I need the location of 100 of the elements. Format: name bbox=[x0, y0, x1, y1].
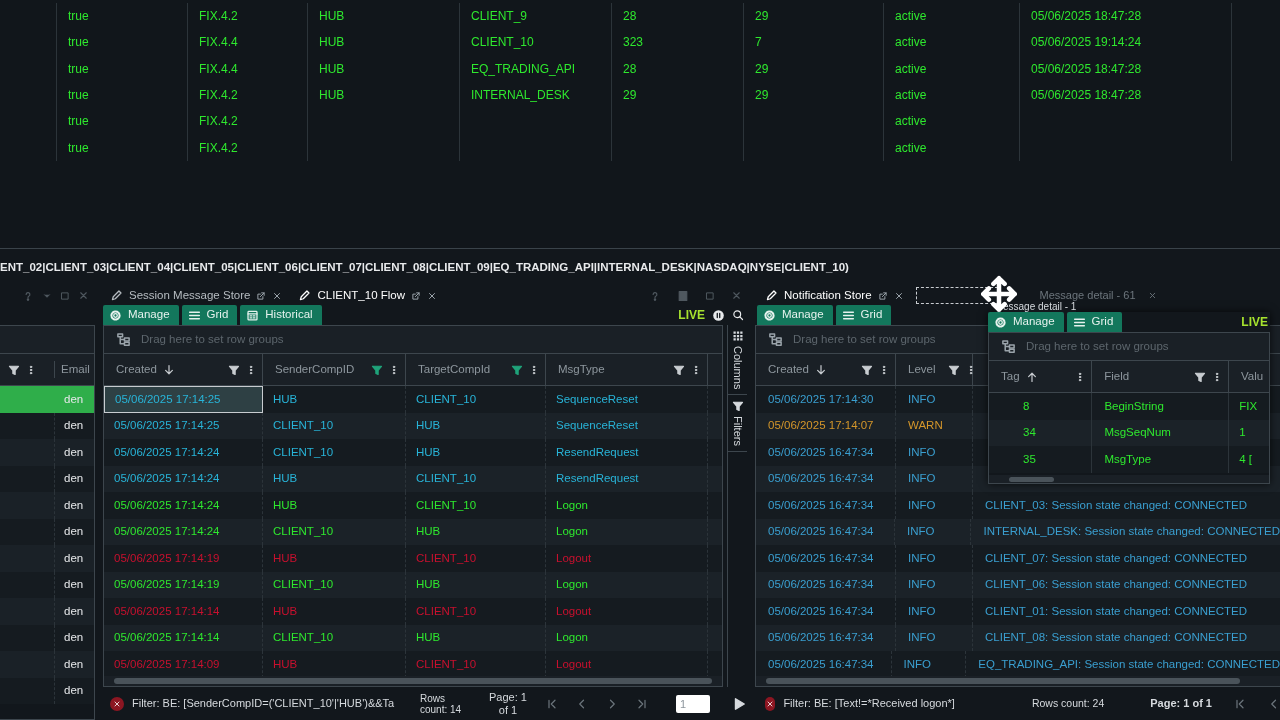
live-indicator: LIVE bbox=[1241, 314, 1269, 331]
side-tab[interactable]: Columns bbox=[728, 325, 747, 396]
column-header[interactable]: Valu bbox=[1229, 361, 1269, 392]
page-input[interactable]: 1 bbox=[676, 694, 710, 713]
panel-tab[interactable]: CLIENT_10 Flow bbox=[298, 286, 437, 305]
sort-up-icon[interactable] bbox=[1025, 370, 1038, 383]
table-cell[interactable]: SequenceReset bbox=[546, 386, 708, 413]
table-cell[interactable]: 1 bbox=[1229, 419, 1269, 446]
last-page-icon[interactable] bbox=[636, 697, 648, 710]
first-page-icon[interactable] bbox=[1234, 697, 1246, 710]
table-cell[interactable]: CLIENT_03: Session state changed: CONNECTED bbox=[973, 492, 1248, 519]
horizontal-scrollbar[interactable] bbox=[114, 678, 712, 684]
panel-tab[interactable]: Session Message Store bbox=[110, 286, 283, 305]
table-cell[interactable]: CLIENT_10 bbox=[406, 492, 546, 519]
table-cell[interactable]: 05/06/2025 16:47:34 bbox=[756, 439, 896, 466]
table-cell-text: den bbox=[63, 471, 84, 487]
table-cell-text: 05/06/2025 18:47:28 bbox=[1031, 87, 1142, 105]
column-header[interactable]: MsgType bbox=[546, 354, 708, 385]
table-cell[interactable]: INTERNAL_DESK: Session state changed: CONNECTED bbox=[971, 518, 1280, 545]
toolbar-button[interactable]: Manage bbox=[103, 305, 179, 325]
first-page-icon[interactable] bbox=[546, 697, 558, 710]
pencil-icon bbox=[110, 289, 123, 302]
filter-icon[interactable] bbox=[861, 363, 873, 376]
toolbar-button[interactable]: Historical bbox=[240, 305, 322, 325]
table-cell[interactable]: 05/06/2025 16:47:34 bbox=[756, 545, 896, 572]
play-icon[interactable] bbox=[732, 696, 746, 711]
pause-icon[interactable] bbox=[712, 308, 725, 322]
floating-panel[interactable]: Manage Grid LIVE Drag here to set row groups Tag Field Valu 8 BeginString FIX 34 MsgSeqNum 1 35 MsgType 4 [ bbox=[988, 312, 1270, 484]
filter-text: Filter: BE: [SenderCompID=('CLIENT_10'|'HUB')&&Ta bbox=[132, 696, 396, 712]
filter-icon[interactable] bbox=[511, 363, 523, 376]
toolbar-button[interactable]: Grid bbox=[181, 305, 238, 325]
table-cell[interactable]: FIX bbox=[1229, 393, 1269, 420]
column-header[interactable]: Tag bbox=[989, 361, 1093, 392]
panel-tab[interactable]: Notification Store bbox=[765, 286, 904, 305]
pencil-icon bbox=[298, 289, 312, 302]
table-cell[interactable]: MsgType bbox=[1092, 446, 1230, 473]
filter-icon[interactable] bbox=[371, 363, 383, 376]
toolbar-button[interactable]: Manage bbox=[988, 312, 1064, 332]
filter-icon[interactable] bbox=[947, 363, 960, 376]
close-icon[interactable] bbox=[731, 290, 742, 301]
column-header[interactable]: Created bbox=[104, 354, 263, 385]
table-cell-text: FIX.4.2 bbox=[199, 8, 238, 26]
table-cell[interactable]: EQ_TRADING_API: Session state changed: CONNECTED bbox=[966, 651, 1280, 676]
table-cell-text: active bbox=[895, 139, 927, 157]
sort-down-icon[interactable] bbox=[162, 363, 175, 376]
table-cell[interactable]: 35 bbox=[989, 446, 1093, 473]
close-icon[interactable] bbox=[78, 290, 89, 301]
horizontal-scrollbar[interactable] bbox=[1009, 476, 1054, 482]
table-cell[interactable]: Logon bbox=[546, 492, 708, 519]
table-cell[interactable]: HUB bbox=[263, 492, 406, 519]
table-cell[interactable]: INFO bbox=[896, 492, 973, 519]
table-cell[interactable]: INFO bbox=[896, 545, 973, 572]
table-cell[interactable]: CLIENT_01: Session state changed: CONNECTED bbox=[973, 598, 1248, 625]
table-cell[interactable]: 05/06/2025 16:47:34 bbox=[756, 492, 896, 519]
table-cell[interactable]: CLIENT_10 bbox=[406, 386, 546, 413]
table-cell[interactable]: CLIENT_10 bbox=[263, 439, 406, 466]
table-cell[interactable]: CLIENT_07: Session state changed: CONNECTED bbox=[973, 545, 1248, 572]
session-list-text: ENT_02|CLIENT_03|CLIENT_04|CLIENT_05|CLIENT_06|CLIENT_07|CLIENT_08|CLIENT_09|EQ_TRADING_API|INTERNAL_DESK|NASDAQ|NYSE|CLIENT_10) bbox=[0, 259, 849, 275]
table-cell[interactable]: CLIENT_06: Session state changed: CONNECTED bbox=[973, 571, 1248, 598]
table-cell[interactable]: 05/06/2025 17:14:30 bbox=[756, 386, 896, 413]
table-cell[interactable]: 8 bbox=[989, 393, 1093, 420]
search-icon[interactable] bbox=[732, 309, 744, 321]
table-cell-text: FIX.4.2 bbox=[199, 113, 238, 131]
table-cell[interactable]: ResendRequest bbox=[546, 439, 708, 466]
table-cell[interactable]: INFO bbox=[896, 598, 973, 625]
table-cell[interactable]: INFO bbox=[896, 386, 973, 413]
panel-icon[interactable] bbox=[677, 289, 689, 302]
table-cell[interactable]: 4 [ bbox=[1229, 446, 1269, 473]
filter-icon[interactable] bbox=[8, 363, 20, 376]
table-cell-text: true bbox=[68, 8, 89, 26]
toolbar-button[interactable]: Grid bbox=[835, 305, 892, 325]
horizontal-scrollbar[interactable] bbox=[766, 678, 1240, 684]
toolbar-button[interactable]: Grid bbox=[1066, 312, 1123, 332]
column-header[interactable]: Level bbox=[896, 354, 973, 385]
table-cell[interactable]: HUB bbox=[263, 386, 406, 413]
external-link-icon bbox=[256, 290, 267, 301]
table-cell[interactable]: CLIENT_08: Session state changed: CONNECTED bbox=[973, 624, 1248, 651]
side-tab[interactable]: Filters bbox=[728, 395, 747, 453]
table-cell[interactable]: HUB bbox=[406, 439, 546, 466]
table-cell-text: den bbox=[63, 683, 84, 699]
table-cell[interactable]: BeginString bbox=[1092, 393, 1230, 420]
column-header[interactable]: TargetCompId bbox=[406, 354, 546, 385]
table-cell-text: HUB bbox=[319, 34, 345, 52]
table-cell[interactable]: 05/06/2025 17:14:24 bbox=[104, 439, 263, 466]
filter-icon[interactable] bbox=[673, 363, 685, 376]
sort-down-icon[interactable] bbox=[814, 363, 827, 376]
table-cell[interactable]: 05/06/2025 16:47:34 bbox=[756, 598, 896, 625]
filter-icon[interactable] bbox=[1194, 370, 1206, 383]
table-cell[interactable]: 05/06/2025 17:14:25 bbox=[104, 386, 263, 413]
filter-icon[interactable] bbox=[228, 363, 240, 376]
table-cell[interactable]: INFO bbox=[896, 439, 973, 466]
clear-filter-button[interactable] bbox=[765, 696, 776, 711]
clear-filter-button[interactable] bbox=[110, 696, 124, 711]
panel-tab[interactable]: Message detail - 61 bbox=[1039, 287, 1157, 304]
table-cell[interactable]: 05/06/2025 17:14:24 bbox=[104, 492, 263, 519]
column-header[interactable]: Field bbox=[1092, 361, 1229, 392]
toolbar-button[interactable]: Manage bbox=[757, 305, 833, 325]
column-header[interactable]: SenderCompID bbox=[263, 354, 406, 385]
table-cell-text: 29 bbox=[755, 87, 769, 105]
column-header[interactable]: Created bbox=[756, 354, 896, 385]
